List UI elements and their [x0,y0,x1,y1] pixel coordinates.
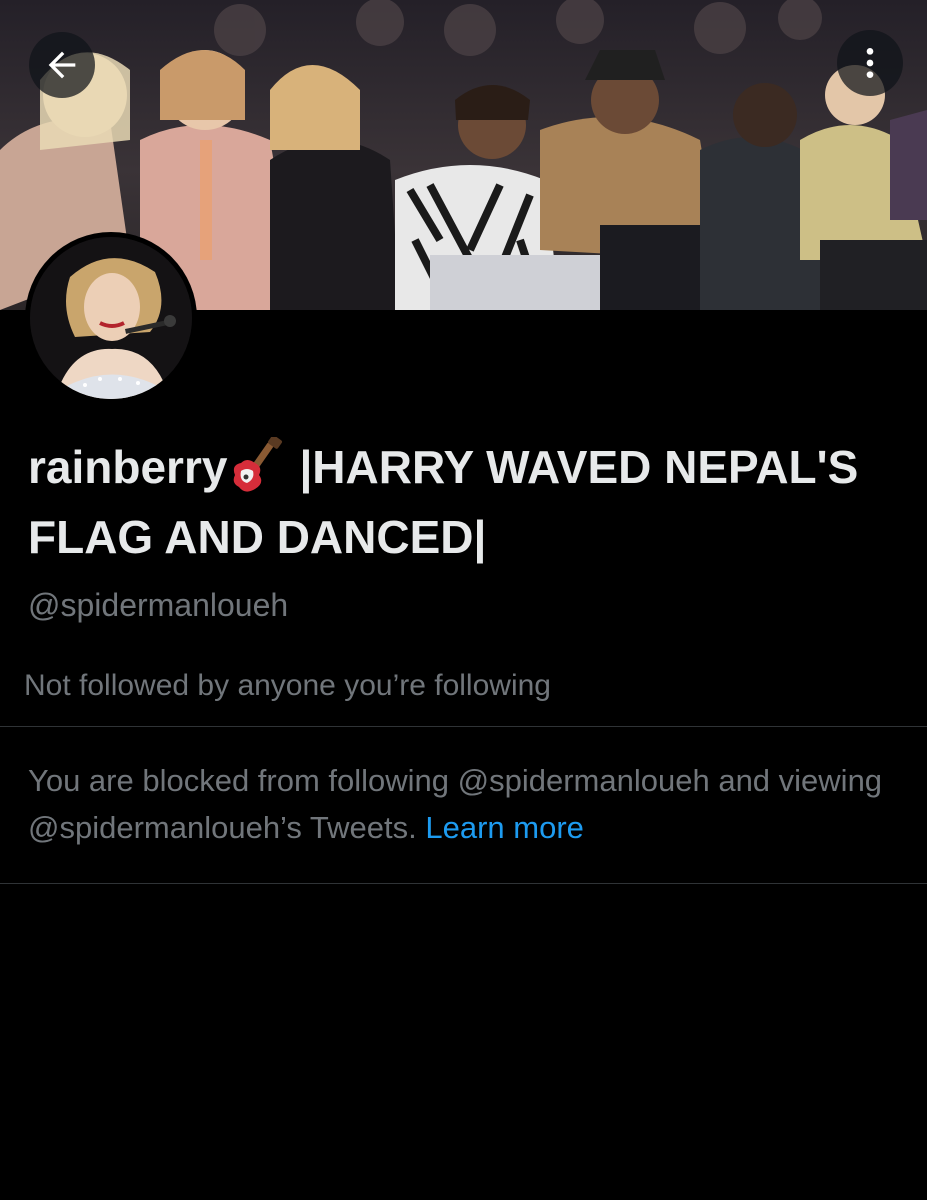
divider [0,726,927,727]
display-name: rainberry |HARRY WAVED NEPAL'S FLAG AND … [28,432,888,572]
display-name-prefix: rainberry [28,441,228,493]
user-handle: @spidermanloueh [28,587,289,623]
guitar-icon [229,435,285,495]
followers-you-know-note: Not followed by anyone you’re following [24,669,551,702]
divider [0,883,927,884]
avatar[interactable] [25,232,197,404]
blocked-notice: You are blocked from following @spiderma… [28,757,908,851]
more-vertical-icon [866,48,874,78]
more-options-button[interactable] [837,30,903,96]
learn-more-link[interactable]: Learn more [425,810,584,845]
arrow-left-icon [48,51,76,79]
back-button[interactable] [29,32,95,98]
avatar-image [30,237,192,399]
